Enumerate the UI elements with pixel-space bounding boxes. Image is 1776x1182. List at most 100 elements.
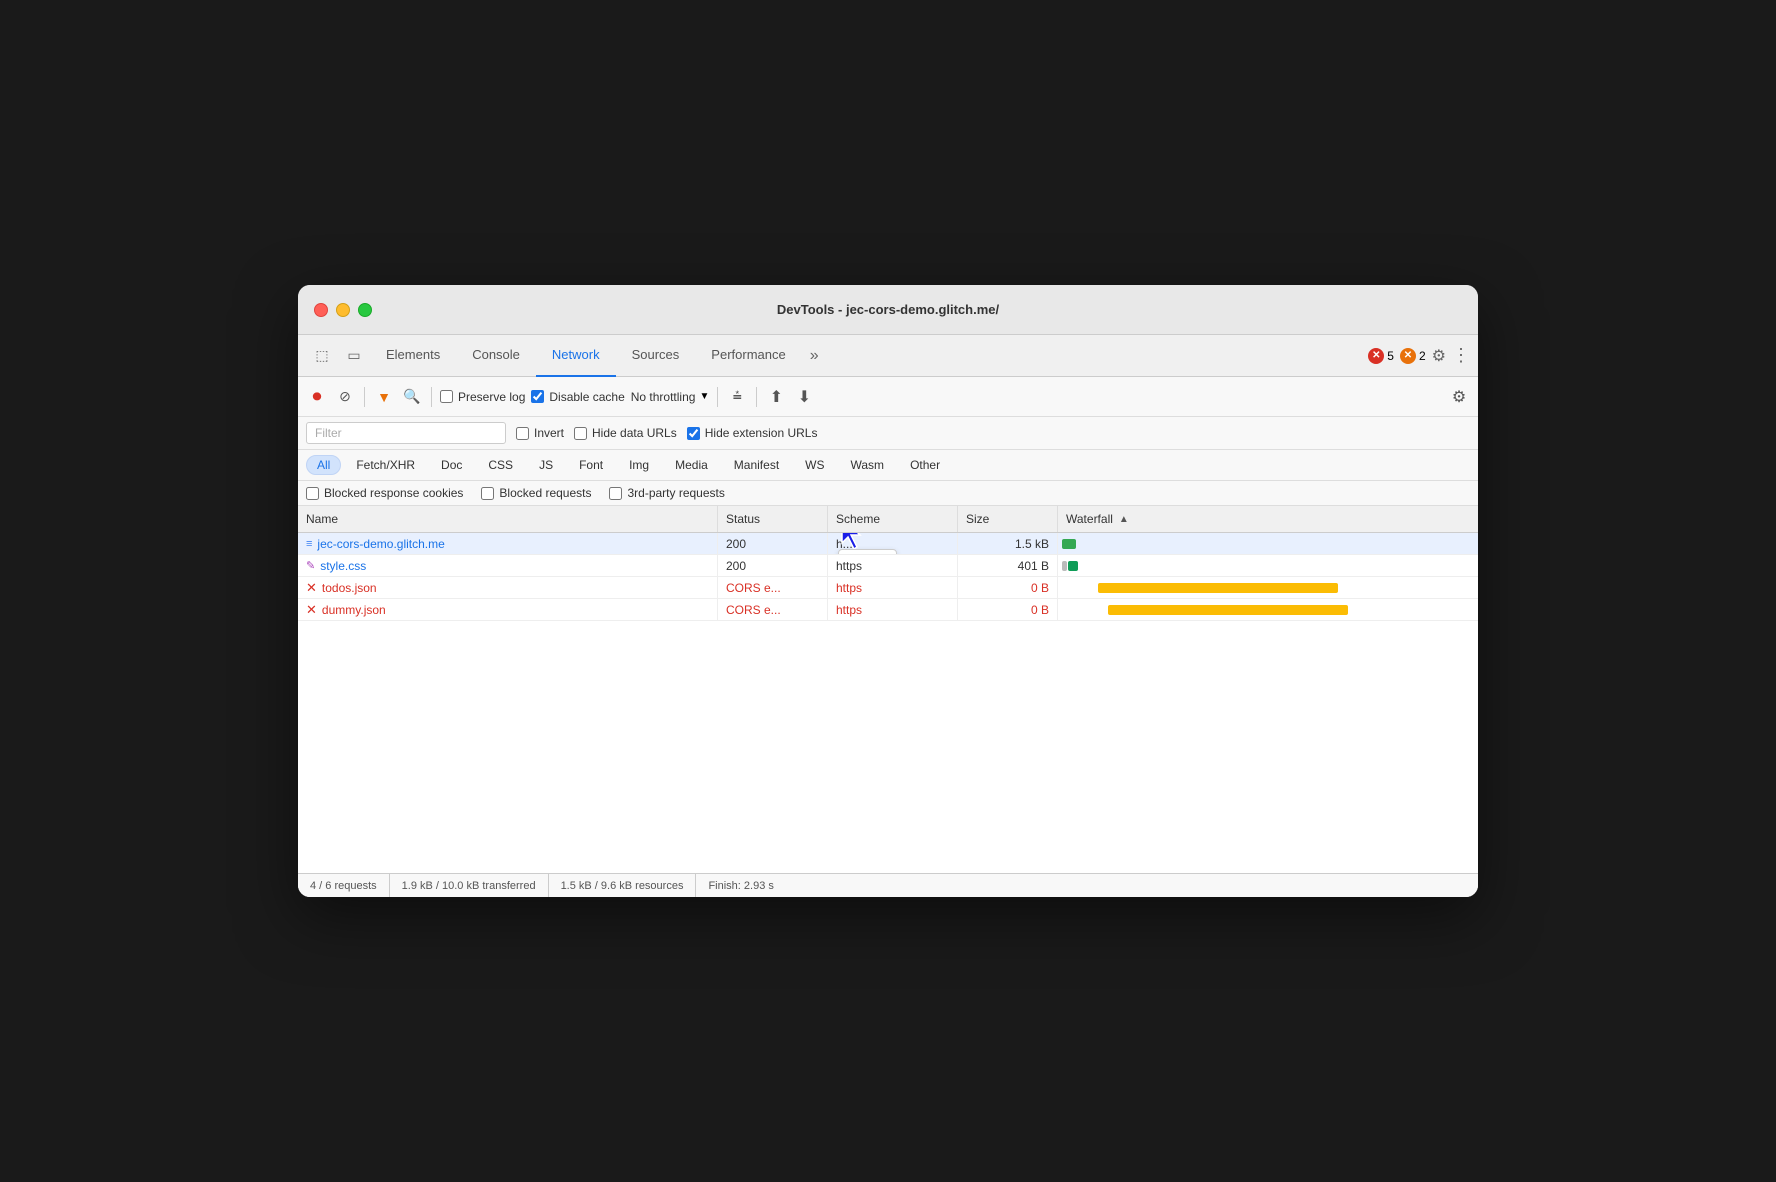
wifi-icon[interactable]: ⩮ — [726, 386, 748, 408]
titlebar: DevTools - jec-cors-demo.glitch.me/ — [298, 285, 1478, 335]
waterfall-bar-green — [1068, 561, 1078, 571]
invert-checkbox[interactable]: Invert — [516, 426, 564, 440]
resources-size: 1.5 kB / 9.6 kB resources — [549, 874, 697, 897]
cell-size: 0 B — [958, 599, 1058, 620]
cell-waterfall — [1058, 577, 1478, 598]
cell-waterfall — [1058, 533, 1478, 554]
cell-scheme: https — [828, 555, 958, 576]
table-row[interactable]: ≡ jec-cors-demo.glitch.me 200 h... — [298, 533, 1478, 555]
table-row[interactable]: ✕ todos.json CORS e... https 0 B — [298, 577, 1478, 599]
filter-img[interactable]: Img — [618, 455, 660, 475]
maximize-button[interactable] — [358, 303, 372, 317]
network-toolbar: ⏺ ⊘ ▼ 🔍 Preserve log Disable cache No th… — [298, 377, 1478, 417]
window-title: DevTools - jec-cors-demo.glitch.me/ — [777, 302, 999, 317]
toolbar-separator-3 — [717, 387, 718, 407]
tab-network[interactable]: Network — [536, 335, 616, 377]
cell-waterfall — [1058, 599, 1478, 620]
tabs-bar: ⬚ ▭ Elements Console Network Sources Per… — [298, 335, 1478, 377]
status-bar: 4 / 6 requests 1.9 kB / 10.0 kB transfer… — [298, 873, 1478, 897]
upload-button[interactable]: ⬆ — [765, 386, 787, 408]
filter-font[interactable]: Font — [568, 455, 614, 475]
disable-cache-checkbox[interactable]: Disable cache — [531, 390, 624, 404]
blocked-requests-checkbox[interactable]: Blocked requests — [481, 486, 591, 500]
cursor-icon[interactable]: ⬚ — [306, 340, 338, 372]
header-scheme[interactable]: Scheme — [828, 506, 958, 532]
error-badge-1[interactable]: ✕ 5 — [1368, 348, 1394, 364]
error-badge-2[interactable]: ✕ 2 — [1400, 348, 1426, 364]
table-body: ≡ jec-cors-demo.glitch.me 200 h... — [298, 533, 1478, 873]
preserve-log-checkbox[interactable]: Preserve log — [440, 390, 525, 404]
error-icon-orange: ✕ — [1400, 348, 1416, 364]
filter-doc[interactable]: Doc — [430, 455, 473, 475]
filter-js[interactable]: JS — [528, 455, 564, 475]
filter-manifest[interactable]: Manifest — [723, 455, 790, 475]
hide-extension-urls-checkbox[interactable]: Hide extension URLs — [687, 426, 818, 440]
sort-icon: ▲ — [1119, 514, 1129, 525]
filter-other[interactable]: Other — [899, 455, 951, 475]
doc-icon: ≡ — [306, 538, 312, 550]
header-status[interactable]: Status — [718, 506, 828, 532]
table-row[interactable]: ✎ style.css 200 https 401 B — [298, 555, 1478, 577]
resource-name: ✕ dummy.json — [306, 602, 386, 618]
throttle-selector[interactable]: No throttling ▼ — [631, 390, 710, 404]
tab-performance[interactable]: Performance — [695, 335, 801, 377]
waterfall-bar-gray — [1062, 561, 1067, 571]
cell-scheme: https — [828, 577, 958, 598]
cell-status: 200 — [718, 533, 828, 554]
cell-status: CORS e... — [718, 577, 828, 598]
cell-name: ✕ dummy.json — [298, 599, 718, 620]
minimize-button[interactable] — [336, 303, 350, 317]
filter-wasm[interactable]: Wasm — [840, 455, 896, 475]
resource-name: ✎ style.css — [306, 559, 366, 573]
search-button[interactable]: 🔍 — [401, 386, 423, 408]
clear-button[interactable]: ⊘ — [334, 386, 356, 408]
cell-size: 1.5 kB — [958, 533, 1058, 554]
cell-scheme: h... 200 OK — [828, 533, 958, 554]
hide-data-urls-checkbox[interactable]: Hide data URLs — [574, 426, 677, 440]
filter-all[interactable]: All — [306, 455, 341, 475]
css-icon: ✎ — [306, 559, 315, 572]
cell-name: ≡ jec-cors-demo.glitch.me — [298, 533, 718, 554]
download-button[interactable]: ⬇ — [793, 386, 815, 408]
waterfall-bar-yellow — [1108, 605, 1348, 615]
third-party-requests-checkbox[interactable]: 3rd-party requests — [609, 486, 724, 500]
tooltip: 200 OK — [838, 549, 897, 554]
network-settings-icon[interactable]: ⚙ — [1448, 386, 1470, 408]
filter-media[interactable]: Media — [664, 455, 719, 475]
devtools-body: ⬚ ▭ Elements Console Network Sources Per… — [298, 335, 1478, 897]
error-icon-red: ✕ — [1368, 348, 1384, 364]
toolbar-separator-4 — [756, 387, 757, 407]
settings-icon[interactable]: ⚙ — [1432, 346, 1446, 366]
extra-filters-row: Blocked response cookies Blocked request… — [298, 481, 1478, 506]
cell-status: 200 — [718, 555, 828, 576]
blocked-response-cookies-checkbox[interactable]: Blocked response cookies — [306, 486, 463, 500]
tab-sources[interactable]: Sources — [616, 335, 696, 377]
header-size[interactable]: Size — [958, 506, 1058, 532]
filter-input[interactable] — [306, 422, 506, 444]
error-icon: ✕ — [306, 602, 317, 618]
cell-waterfall — [1058, 555, 1478, 576]
filter-css[interactable]: CSS — [477, 455, 524, 475]
device-icon[interactable]: ▭ — [338, 340, 370, 372]
header-name[interactable]: Name — [298, 506, 718, 532]
cell-status: CORS e... — [718, 599, 828, 620]
tab-console[interactable]: Console — [456, 335, 536, 377]
filter-ws[interactable]: WS — [794, 455, 835, 475]
toolbar-separator-2 — [431, 387, 432, 407]
record-button[interactable]: ⏺ — [306, 386, 328, 408]
transferred-size: 1.9 kB / 10.0 kB transferred — [390, 874, 549, 897]
close-button[interactable] — [314, 303, 328, 317]
cell-name: ✕ todos.json — [298, 577, 718, 598]
tab-elements[interactable]: Elements — [370, 335, 456, 377]
more-options-icon[interactable]: ⋮ — [1452, 345, 1470, 366]
filter-fetch-xhr[interactable]: Fetch/XHR — [345, 455, 426, 475]
resource-name: ≡ jec-cors-demo.glitch.me — [306, 537, 445, 551]
table-row[interactable]: ✕ dummy.json CORS e... https 0 B — [298, 599, 1478, 621]
error-icon: ✕ — [306, 580, 317, 596]
more-tabs-button[interactable]: » — [802, 347, 827, 365]
table-header: Name Status Scheme Size Waterfall ▲ — [298, 506, 1478, 533]
filter-button[interactable]: ▼ — [373, 386, 395, 408]
header-waterfall[interactable]: Waterfall ▲ — [1058, 506, 1478, 532]
requests-count: 4 / 6 requests — [298, 874, 390, 897]
resource-name: ✕ todos.json — [306, 580, 377, 596]
